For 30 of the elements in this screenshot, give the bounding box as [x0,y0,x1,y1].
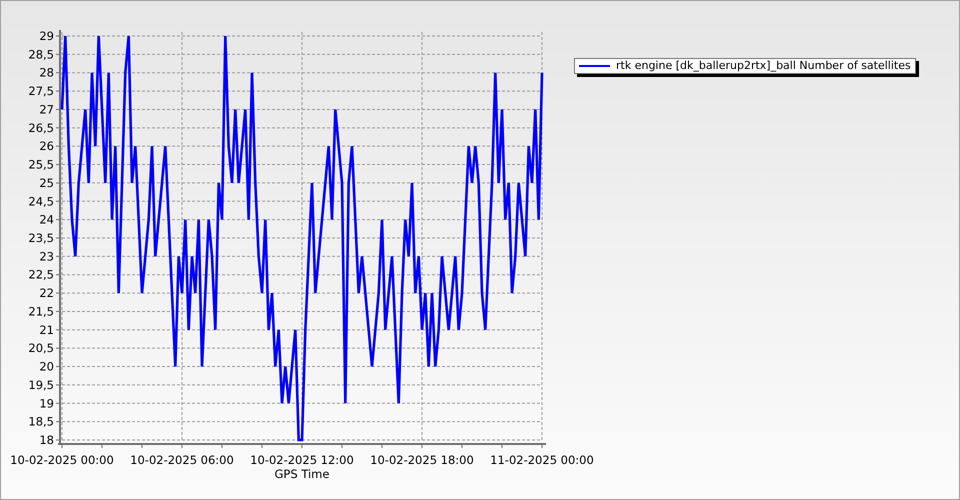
axis-tick-label: 10-02-2025 18:00 [370,453,474,467]
axis-tick-label: 26,5 [28,120,54,135]
axis-tick-label: 28,5 [28,47,54,62]
axis-tick-label: 10-02-2025 00:00 [10,453,114,467]
axis-tick-label: 27,5 [28,84,54,98]
axis-tick-label: 18,5 [28,414,54,429]
legend-label: rtk engine [dk_ballerup2rtx]_ball Number of satellites [616,59,911,73]
axis-tick-label: 21 [39,322,54,337]
axis-tick-label: 27 [39,102,54,116]
axis-tick-label: 20 [39,360,54,374]
axis-title: GPS Time [274,467,330,481]
axis-tick-label: 25 [39,176,54,190]
axis-tick-label: 22 [39,286,54,300]
axis-tick-label: 20,5 [28,341,54,356]
axis-tick-label: 23 [39,249,54,264]
axis-tick-label: 11-02-2025 00:00 [490,453,594,467]
axis-tick-label: 21,5 [28,304,54,318]
axis-tick-label: 19,5 [28,378,54,392]
axis-tick-label: 10-02-2025 12:00 [250,453,354,467]
axis-tick-label: 26 [39,139,54,154]
axis-tick-label: 23,5 [28,231,54,245]
axis-tick-label: 22,5 [28,268,54,282]
axis-tick-label: 18 [39,433,54,447]
axis-tick-label: 29 [39,29,54,43]
axis-tick-label: 10-02-2025 06:00 [130,453,234,467]
axis-tick-label: 19 [39,396,54,410]
axis-tick-label: 24,5 [28,194,54,208]
axis-tick-label: 28 [39,66,54,80]
axis-tick-label: 24 [39,212,54,227]
axis-tick-label: 25,5 [28,158,54,172]
